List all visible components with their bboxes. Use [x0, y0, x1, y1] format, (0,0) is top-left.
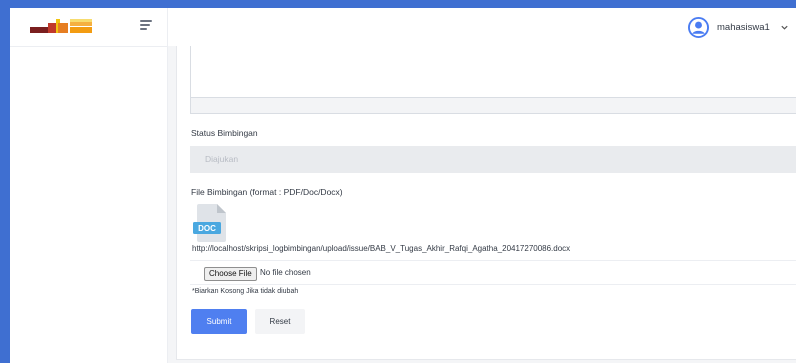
app-window: mahasiswa1 Status Bimbingan Diajukan Fil… — [10, 8, 796, 363]
file-label: File Bimbingan (format : PDF/Doc/Docx) — [191, 187, 343, 197]
doc-icon-label: DOC — [198, 224, 216, 233]
file-link[interactable]: http://localhost/skripsi_logbimbingan/up… — [192, 244, 570, 253]
textarea-statusbar — [190, 97, 796, 114]
app-logo[interactable] — [28, 17, 94, 35]
submit-button[interactable]: Submit — [191, 309, 247, 334]
status-label: Status Bimbingan — [191, 128, 258, 138]
no-file-text: No file chosen — [260, 268, 311, 277]
doc-file-icon[interactable]: DOC — [193, 204, 226, 242]
top-navbar: mahasiswa1 — [10, 8, 796, 47]
hint-text: *Biarkan Kosong Jika tidak diubah — [192, 288, 299, 295]
navbar-divider — [167, 8, 168, 46]
user-menu[interactable]: mahasiswa1 — [688, 15, 789, 39]
menu-toggle-icon[interactable] — [140, 20, 154, 32]
status-input: Diajukan — [190, 146, 796, 173]
user-avatar-icon[interactable] — [688, 16, 709, 38]
choose-file-button[interactable]: Choose File — [204, 267, 257, 281]
chevron-down-icon[interactable] — [780, 23, 789, 32]
username[interactable]: mahasiswa1 — [717, 22, 770, 33]
reset-button[interactable]: Reset — [255, 309, 305, 334]
